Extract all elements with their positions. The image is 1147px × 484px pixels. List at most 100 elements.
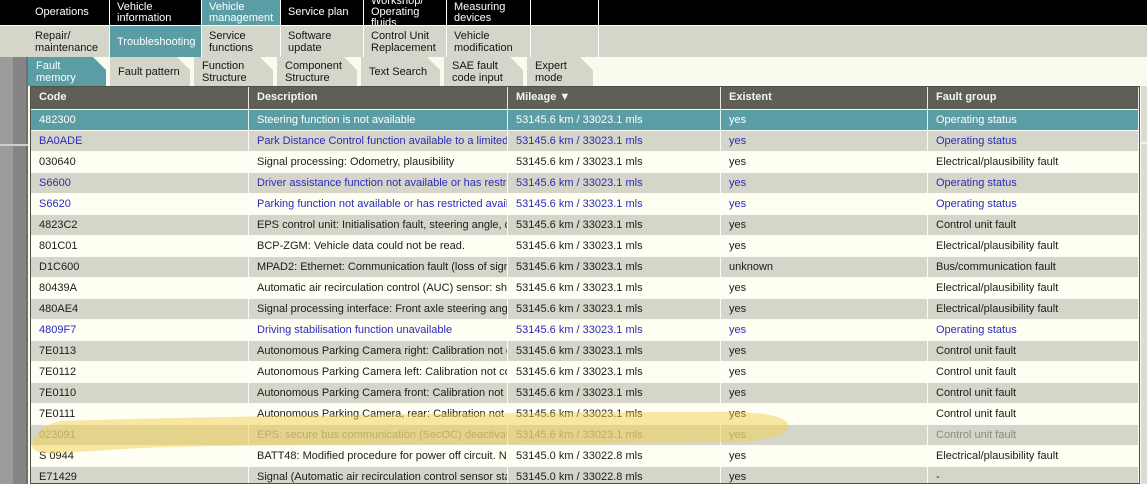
table-row[interactable]: S6620 Parking function not available or … [31, 193, 1139, 214]
tab-component-structure[interactable]: Component Structure [277, 57, 357, 86]
submenu-item-label: Software update [288, 30, 356, 54]
menu-item-label: Operations [35, 7, 89, 18]
table-row[interactable]: E71429 Signal (Automatic air recirculati… [31, 466, 1139, 484]
cell-code: S6600 [31, 173, 249, 193]
cell-code: 4823C2 [31, 215, 249, 235]
cell-fault-group: Operating status [928, 110, 1139, 130]
column-header-existent[interactable]: Existent [721, 87, 928, 109]
table-row[interactable]: 7E0110 Autonomous Parking Camera front: … [31, 382, 1139, 403]
cell-code: 7E0111 [31, 404, 249, 424]
cell-fault-group: Electrical/plausibility fault [928, 152, 1139, 172]
submenu-item-label: Control Unit Replacement [371, 30, 439, 54]
table-row[interactable]: S6600 Driver assistance function not ava… [31, 172, 1139, 193]
tab-label: Component Structure [285, 60, 349, 84]
main-menu: Operations Vehicle information Vehicle m… [0, 0, 1147, 25]
cell-fault-group: Control unit fault [928, 383, 1139, 403]
tab-text-search[interactable]: Text Search [361, 57, 440, 86]
submenu-item-control-unit-replacement[interactable]: Control Unit Replacement [364, 26, 447, 57]
menu-item-label: Service plan [288, 7, 349, 18]
cell-existent: yes [721, 131, 928, 151]
cell-mileage: 53145.6 km / 33023.1 mls [508, 341, 721, 361]
cell-existent: yes [721, 404, 928, 424]
sub-menu: Repair/ maintenance Troubleshooting Serv… [0, 25, 1147, 57]
table-row[interactable]: 4823C2 EPS control unit: Initialisation … [31, 214, 1139, 235]
tab-fault-memory[interactable]: Fault memory [28, 57, 106, 86]
menu-item-operations[interactable]: Operations [28, 0, 110, 25]
submenu-item-repair-maintenance[interactable]: Repair/ maintenance [28, 26, 110, 57]
cell-fault-group: Operating status [928, 194, 1139, 214]
table-row[interactable]: 7E0111 Autonomous Parking Camera, rear: … [31, 403, 1139, 424]
submenu-item-troubleshooting[interactable]: Troubleshooting [110, 26, 202, 57]
column-header-description[interactable]: Description [249, 87, 508, 109]
cell-code: 482300 [31, 110, 249, 130]
tab-sae-fault-code-input[interactable]: SAE fault code input [444, 57, 523, 86]
cell-code: S 0944 [31, 446, 249, 466]
submenu-spacer [531, 26, 599, 57]
submenu-item-service-functions[interactable]: Service functions [202, 26, 281, 57]
menu-item-measuring-devices[interactable]: Measuring devices [447, 0, 531, 25]
cell-existent: yes [721, 152, 928, 172]
menu-spacer [531, 0, 599, 25]
cell-existent: yes [721, 383, 928, 403]
tab-expert-mode[interactable]: Expert mode [527, 57, 593, 86]
menu-item-label: Vehicle management [209, 2, 273, 24]
cell-mileage: 53145.6 km / 33023.1 mls [508, 215, 721, 235]
table-row[interactable]: D1C600 MPAD2: Ethernet: Communication fa… [31, 256, 1139, 277]
cell-description: Signal (Automatic air recirculation cont… [249, 467, 508, 484]
column-header-mileage[interactable]: Mileage ▼ [508, 87, 721, 109]
cell-fault-group: Electrical/plausibility fault [928, 446, 1139, 466]
cell-fault-group: - [928, 467, 1139, 484]
cell-fault-group: Electrical/plausibility fault [928, 278, 1139, 298]
cell-description: Park Distance Control function available… [249, 131, 508, 151]
cell-mileage: 53145.6 km / 33023.1 mls [508, 131, 721, 151]
table-row[interactable]: 801C01 BCP-ZGM: Vehicle data could not b… [31, 235, 1139, 256]
menu-item-service-plan[interactable]: Service plan [281, 0, 364, 25]
table-row[interactable]: 80439A Automatic air recirculation contr… [31, 277, 1139, 298]
cell-fault-group: Operating status [928, 131, 1139, 151]
menu-item-workshop-operating-fluids[interactable]: Workshop/ Operating fluids [364, 0, 447, 25]
table-row[interactable]: S 0944 BATT48: Modified procedure for po… [31, 445, 1139, 466]
cell-description: Driver assistance function not available… [249, 173, 508, 193]
cell-code: 023091 [31, 425, 249, 445]
tab-function-structure[interactable]: Function Structure [194, 57, 273, 86]
cell-description: Steering function is not available [249, 110, 508, 130]
submenu-item-vehicle-modification[interactable]: Vehicle modification [447, 26, 531, 57]
cell-mileage: 53145.6 km / 33023.1 mls [508, 110, 721, 130]
table-row[interactable]: 480AE4 Signal processing interface: Fron… [31, 298, 1139, 319]
column-header-fault-group[interactable]: Fault group [928, 87, 1139, 109]
submenu-item-software-update[interactable]: Software update [281, 26, 364, 57]
cell-mileage: 53145.0 km / 33022.8 mls [508, 446, 721, 466]
cell-description: EPS: secure bus communication (SecOC) de… [249, 425, 508, 445]
cell-mileage: 53145.6 km / 33023.1 mls [508, 383, 721, 403]
cell-code: 7E0110 [31, 383, 249, 403]
cell-mileage: 53145.6 km / 33023.1 mls [508, 173, 721, 193]
tab-fault-pattern[interactable]: Fault pattern [110, 57, 190, 86]
cell-existent: yes [721, 278, 928, 298]
menu-item-label: Vehicle information [117, 2, 194, 24]
menu-item-vehicle-management[interactable]: Vehicle management [202, 0, 281, 25]
table-row[interactable]: 482300 Steering function is not availabl… [31, 109, 1139, 130]
right-edge-divider [1141, 142, 1147, 144]
table-row[interactable]: 7E0112 Autonomous Parking Camera left: C… [31, 361, 1139, 382]
cell-mileage: 53145.6 km / 33023.1 mls [508, 152, 721, 172]
table-body: 482300 Steering function is not availabl… [31, 109, 1139, 484]
table-row[interactable]: 7E0113 Autonomous Parking Camera right: … [31, 340, 1139, 361]
table-row[interactable]: 030640 Signal processing: Odometry, plau… [31, 151, 1139, 172]
table-row[interactable]: 4809F7 Driving stabilisation function un… [31, 319, 1139, 340]
cell-code: BA0ADE [31, 131, 249, 151]
column-header-code[interactable]: Code [31, 87, 249, 109]
submenu-item-label: Vehicle modification [454, 30, 523, 54]
tab-bar: Fault memory Fault pattern Function Stru… [28, 57, 593, 86]
tab-label: Fault pattern [118, 66, 180, 78]
cell-existent: yes [721, 173, 928, 193]
table-row[interactable]: 023091 EPS: secure bus communication (Se… [31, 424, 1139, 445]
cell-fault-group: Electrical/plausibility fault [928, 299, 1139, 319]
cell-description: Driving stabilisation function unavailab… [249, 320, 508, 340]
cell-code: E71429 [31, 467, 249, 484]
cell-fault-group: Control unit fault [928, 404, 1139, 424]
cell-fault-group: Operating status [928, 320, 1139, 340]
menu-item-vehicle-information[interactable]: Vehicle information [110, 0, 202, 25]
table-row[interactable]: BA0ADE Park Distance Control function av… [31, 130, 1139, 151]
cell-existent: unknown [721, 257, 928, 277]
cell-code: 480AE4 [31, 299, 249, 319]
